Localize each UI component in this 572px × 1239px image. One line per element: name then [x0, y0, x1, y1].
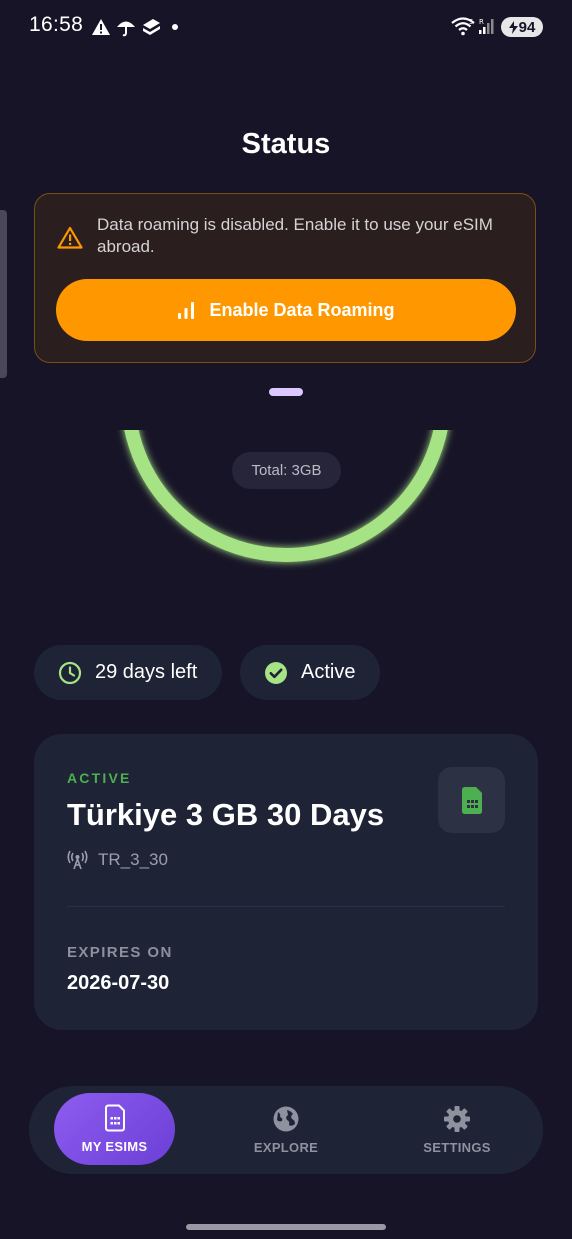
expires-on-date: 2026-07-30: [67, 972, 170, 994]
check-circle-icon: [265, 661, 287, 684]
sim-icon-box: [438, 767, 505, 833]
sim-card-icon: [104, 1104, 125, 1132]
nav-label-settings: SETTINGS: [423, 1140, 491, 1155]
status-bar-time: 16:58: [29, 13, 84, 36]
umbrella-icon: [117, 21, 135, 37]
enable-data-roaming-button[interactable]: Enable Data Roaming: [56, 279, 516, 341]
alert-triangle-icon: [92, 19, 110, 35]
status-bar: 16:58 5 R 94: [0, 0, 572, 54]
signal-bars-icon: [178, 301, 195, 319]
esim-plan-name: Türkiye 3 GB 30 Days: [67, 797, 385, 832]
status-chip: Active: [240, 645, 380, 700]
nav-label-my-esims: MY ESIMS: [81, 1139, 148, 1154]
bottom-navigation: MY ESIMS EXPLORE SETTINGS: [29, 1086, 543, 1174]
layers-icon: [143, 19, 160, 35]
gear-icon: [444, 1106, 470, 1132]
roaming-warning-card: Data roaming is disabled. Enable it to u…: [34, 193, 536, 363]
nav-tab-my-esims[interactable]: MY ESIMS: [54, 1093, 175, 1165]
nav-label-explore: EXPLORE: [253, 1140, 319, 1155]
esim-status-label: ACTIVE: [67, 770, 132, 786]
battery-indicator: 94: [501, 17, 543, 37]
battery-level: 94: [518, 18, 536, 36]
days-left-chip: 29 days left: [34, 645, 222, 700]
home-indicator[interactable]: [186, 1224, 386, 1230]
roaming-warning-message: Data roaming is disabled. Enable it to u…: [97, 215, 493, 256]
globe-icon: [273, 1106, 299, 1132]
total-data-label: Total: 3GB: [232, 452, 341, 489]
enable-data-roaming-label: Enable Data Roaming: [209, 299, 395, 320]
antenna-icon: [67, 850, 88, 870]
side-panel-handle[interactable]: [0, 210, 7, 378]
nav-tab-settings[interactable]: SETTINGS: [407, 1086, 507, 1174]
charging-bolt-icon: [508, 20, 518, 34]
days-left-label: 29 days left: [95, 661, 198, 683]
wifi-icon: 5: [451, 17, 475, 36]
svg-text:5: 5: [469, 18, 473, 26]
warning-icon: [57, 226, 83, 249]
esim-card-divider: [67, 906, 505, 907]
clock-icon: [58, 661, 82, 684]
page-title: Status: [241, 128, 331, 160]
esim-code: TR_3_30: [98, 850, 168, 869]
svg-text:R: R: [479, 18, 484, 26]
signal-icon: R: [479, 18, 494, 34]
notification-dot: [172, 24, 178, 30]
sim-card-icon: [461, 786, 482, 814]
nav-tab-explore[interactable]: EXPLORE: [236, 1086, 336, 1174]
esim-code-row: TR_3_30: [67, 850, 168, 870]
esim-card[interactable]: ACTIVE Türkiye 3 GB 30 Days TR_3_30 EXPI…: [34, 734, 538, 1030]
expires-on-label: EXPIRES ON: [67, 944, 173, 961]
sheet-drag-handle[interactable]: [269, 388, 303, 396]
status-label: Active: [301, 661, 356, 683]
